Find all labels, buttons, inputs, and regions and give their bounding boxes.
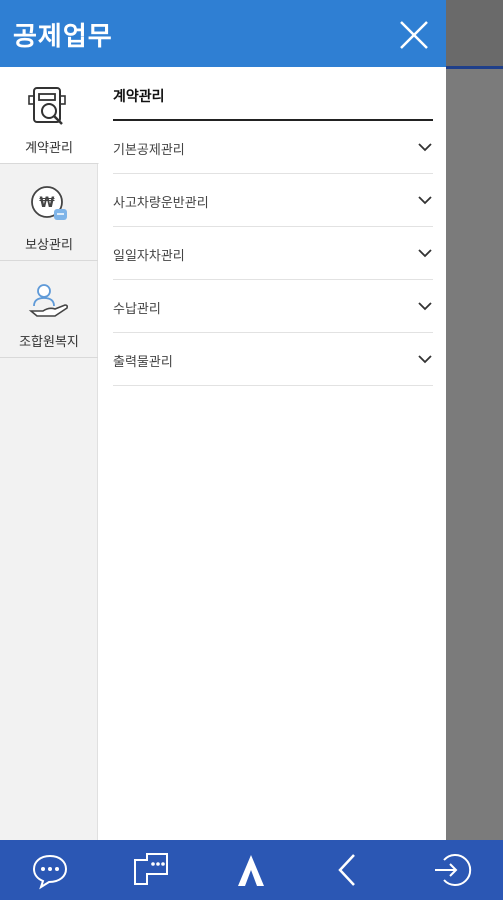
drawer-title: 공제업무 [13,22,113,52]
chat-bubble-icon[interactable] [30,850,70,890]
drawer-header: 공제업무 [0,0,446,67]
document-search-icon [28,87,66,125]
category-nav: 계약관리 ₩ 보상관리 조합원복지 [0,67,99,840]
logout-icon[interactable] [432,850,472,890]
bottom-toolbar [0,840,503,900]
dimmed-header-strip [446,0,503,66]
menu-item-daily-own-car[interactable]: 일일자차관리 [113,227,433,280]
nav-label-welfare: 조합원복지 [19,335,79,350]
section-title: 계약관리 [113,89,165,105]
side-drawer: 공제업무 계약관리 ₩ 보상관리 조합원복지 계약관리 기본공제관리 사고차량운… [0,0,446,840]
logo-a-icon[interactable] [231,850,271,890]
chevron-down-icon [418,196,432,205]
menu-item-label: 기본공제관리 [113,143,185,158]
menu-item-label: 출력물관리 [113,355,173,370]
chevron-down-icon [418,143,432,152]
won-coin-icon: ₩ [31,186,67,220]
chevron-down-icon [418,302,432,311]
menu-item-basic-deduction[interactable]: 기본공제관리 [113,121,433,174]
dimmed-header-line [446,66,503,69]
nav-item-welfare[interactable]: 조합원복지 [0,261,98,358]
nav-label-contract: 계약관리 [25,141,73,156]
svg-text:₩: ₩ [39,195,55,211]
menu-item-label: 사고차량운반관리 [113,196,209,211]
nav-item-contract[interactable]: 계약관리 [0,67,99,164]
app-screen: 공제업무 계약관리 ₩ 보상관리 조합원복지 계약관리 기본공제관리 사고차량운… [0,0,503,900]
nav-label-compensation: 보상관리 [25,238,73,253]
menu-item-label: 수납관리 [113,302,161,317]
menu-item-payment[interactable]: 수납관리 [113,280,433,333]
chevron-down-icon [418,249,432,258]
message-board-icon[interactable] [131,850,171,890]
person-hand-icon [28,284,69,317]
close-icon[interactable] [396,17,432,53]
menu-item-label: 일일자차관리 [113,249,185,264]
menu-item-accident-vehicle[interactable]: 사고차량운반관리 [113,174,433,227]
dimmed-background[interactable] [446,0,503,840]
menu-item-printouts[interactable]: 출력물관리 [113,333,433,386]
back-arrow-icon[interactable] [328,850,368,890]
chevron-down-icon [418,355,432,364]
nav-item-compensation[interactable]: ₩ 보상관리 [0,164,98,261]
